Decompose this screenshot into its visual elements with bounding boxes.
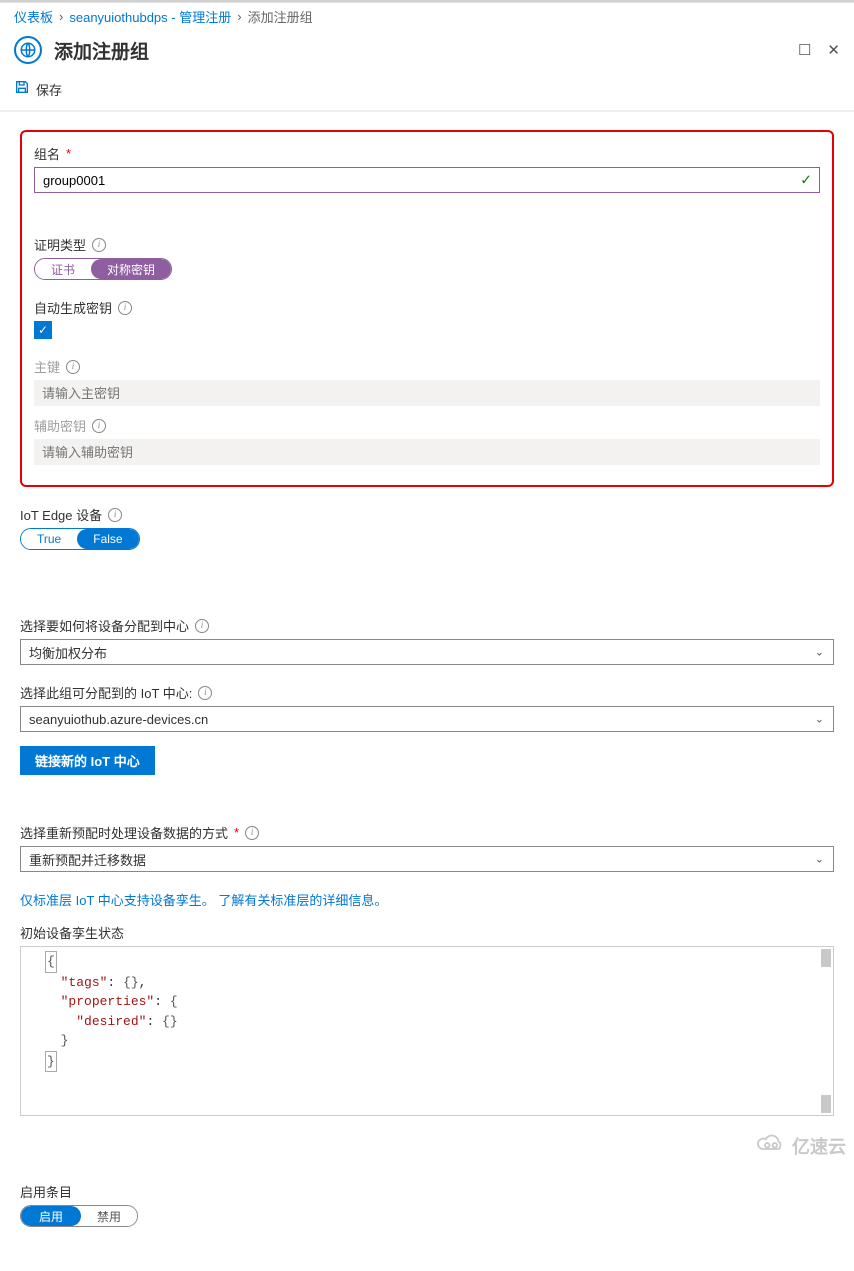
group-name-input[interactable]	[34, 167, 820, 193]
attestation-option-symmetric-key[interactable]: 对称密钥	[91, 259, 171, 279]
iothub-select-label: 选择此组可分配到的 IoT 中心:	[20, 683, 192, 702]
info-icon[interactable]: i	[92, 238, 106, 252]
iot-edge-option-false[interactable]: False	[77, 529, 138, 549]
reprovision-policy-field: 选择重新预配时处理设备数据的方式 * i 重新预配并迁移数据 ⌄	[20, 823, 834, 872]
tier-hint-text: 仅标准层 IoT 中心支持设备孪生。	[20, 893, 215, 908]
twin-state-label: 初始设备孪生状态	[20, 923, 124, 942]
info-icon[interactable]: i	[66, 360, 80, 374]
twin-state-editor[interactable]: { "tags": {}, "properties": { "desired":…	[20, 946, 834, 1116]
chevron-right-icon: ›	[59, 9, 63, 24]
primary-key-input	[34, 380, 820, 406]
close-icon[interactable]: ✕	[827, 41, 840, 59]
restore-window-icon[interactable]: ☐	[798, 41, 811, 59]
scrollbar-thumb[interactable]	[821, 949, 831, 967]
save-button[interactable]: 保存	[36, 80, 62, 99]
chevron-down-icon: ⌄	[815, 853, 824, 866]
required-indicator: *	[66, 146, 71, 161]
info-icon[interactable]: i	[198, 686, 212, 700]
attestation-option-certificate[interactable]: 证书	[35, 259, 91, 279]
breadcrumb-current: 添加注册组	[248, 7, 313, 26]
attestation-label: 证明类型	[34, 235, 86, 254]
scrollbar-thumb[interactable]	[821, 1095, 831, 1113]
iot-edge-toggle[interactable]: True False	[20, 528, 140, 550]
group-name-label: 组名	[34, 144, 60, 163]
group-name-field: 组名 * ✓	[34, 144, 820, 193]
attestation-type-field: 证明类型 i 证书 对称密钥	[34, 235, 820, 280]
breadcrumb-dashboard[interactable]: 仪表板	[14, 7, 53, 26]
chevron-down-icon: ⌄	[815, 713, 824, 726]
info-icon[interactable]: i	[92, 419, 106, 433]
watermark-text: 亿速云	[792, 1133, 846, 1159]
link-new-iot-hub-button[interactable]: 链接新的 IoT 中心	[20, 746, 155, 775]
enable-entry-option-enable[interactable]: 启用	[21, 1206, 81, 1226]
iot-edge-label: IoT Edge 设备	[20, 505, 102, 524]
primary-key-field: 主键 i	[34, 357, 820, 406]
secondary-key-field: 辅助密钥 i	[34, 416, 820, 465]
autogen-label: 自动生成密钥	[34, 298, 112, 317]
iot-edge-field: IoT Edge 设备 i True False	[20, 505, 834, 550]
breadcrumb: 仪表板 › seanyuiothubdps - 管理注册 › 添加注册组	[0, 2, 854, 30]
primary-key-label: 主键	[34, 357, 60, 376]
initial-twin-state-field: 初始设备孪生状态 { "tags": {}, "properties": { "…	[20, 923, 834, 1116]
allocation-label: 选择要如何将设备分配到中心	[20, 616, 189, 635]
globe-icon	[14, 36, 42, 64]
iot-edge-option-true[interactable]: True	[21, 529, 77, 549]
required-indicator: *	[234, 825, 239, 840]
info-icon[interactable]: i	[245, 826, 259, 840]
highlight-region: 组名 * ✓ 证明类型 i 证书 对称密钥 自动生成密钥 i	[20, 130, 834, 487]
allocation-select[interactable]: 均衡加权分布	[20, 639, 834, 665]
attestation-toggle[interactable]: 证书 对称密钥	[34, 258, 172, 280]
info-icon[interactable]: i	[195, 619, 209, 633]
autogen-checkbox[interactable]: ✓	[34, 321, 52, 339]
cloud-icon	[756, 1132, 786, 1160]
enable-entry-toggle[interactable]: 启用 禁用	[20, 1205, 138, 1227]
allocation-policy-field: 选择要如何将设备分配到中心 i 均衡加权分布 ⌄	[20, 616, 834, 665]
info-icon[interactable]: i	[118, 301, 132, 315]
reprovision-select[interactable]: 重新预配并迁移数据	[20, 846, 834, 872]
enable-entry-field: 启用条目 启用 禁用	[20, 1182, 834, 1227]
page-title: 添加注册组	[54, 37, 798, 64]
reprovision-label: 选择重新预配时处理设备数据的方式	[20, 823, 228, 842]
secondary-key-input	[34, 439, 820, 465]
tier-hint-link[interactable]: 了解有关标准层的详细信息。	[218, 893, 387, 908]
checkmark-icon: ✓	[800, 172, 812, 189]
iothub-select-field: 选择此组可分配到的 IoT 中心: i seanyuiothub.azure-d…	[20, 683, 834, 732]
watermark: 亿速云	[756, 1132, 846, 1160]
toolbar: 保存	[0, 73, 854, 111]
save-icon[interactable]	[14, 79, 30, 100]
chevron-down-icon: ⌄	[815, 646, 824, 659]
enable-entry-option-disable[interactable]: 禁用	[81, 1206, 137, 1226]
info-icon[interactable]: i	[108, 508, 122, 522]
iothub-select[interactable]: seanyuiothub.azure-devices.cn	[20, 706, 834, 732]
tier-hint: 仅标准层 IoT 中心支持设备孪生。 了解有关标准层的详细信息。	[20, 890, 834, 909]
page-header: 添加注册组 ☐ ✕	[0, 30, 854, 73]
breadcrumb-resource[interactable]: seanyuiothubdps - 管理注册	[69, 7, 231, 26]
enable-entry-label: 启用条目	[20, 1182, 72, 1201]
secondary-key-label: 辅助密钥	[34, 416, 86, 435]
chevron-right-icon: ›	[237, 9, 241, 24]
autogen-keys-field: 自动生成密钥 i ✓	[34, 298, 820, 339]
